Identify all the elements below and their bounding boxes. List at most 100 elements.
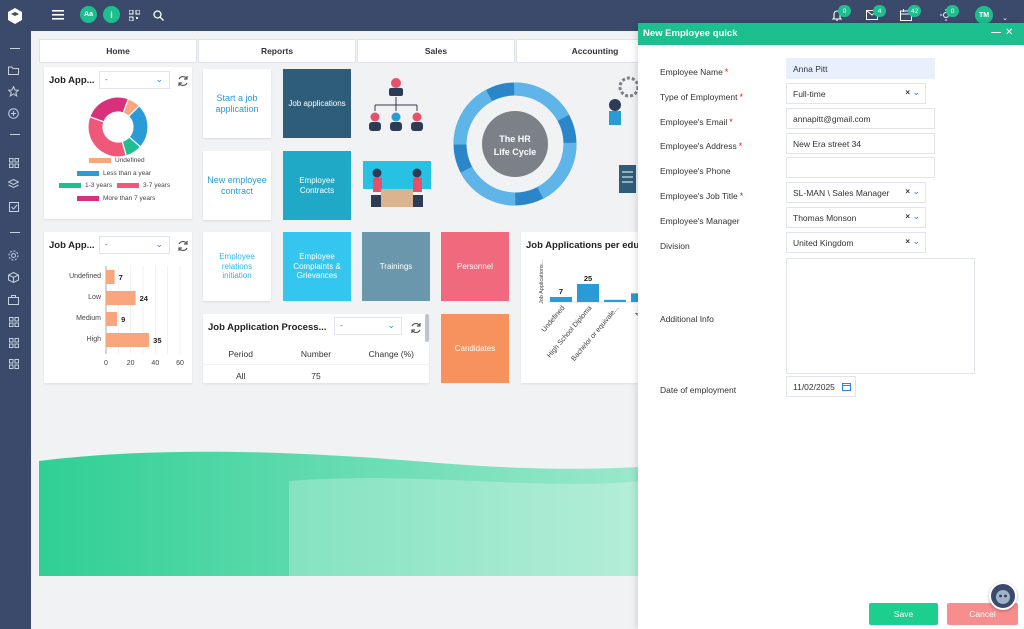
refresh-icon[interactable] xyxy=(177,75,189,87)
cube-icon[interactable] xyxy=(7,271,20,284)
label-text: Type of Employment xyxy=(660,92,738,102)
info-button[interactable]: i xyxy=(103,6,120,23)
grid-icon[interactable] xyxy=(7,156,20,169)
division-select[interactable]: United Kingdom × ⌄ xyxy=(786,232,926,253)
new-employee-contract-tile[interactable]: New employee contract xyxy=(203,151,271,220)
sidebar-divider xyxy=(10,134,20,135)
legend-label: Undefined xyxy=(115,157,145,164)
clear-icon[interactable]: × xyxy=(905,88,910,97)
bar[interactable] xyxy=(106,312,118,326)
font-size-button[interactable]: Aa xyxy=(80,6,97,23)
clear-icon[interactable]: × xyxy=(905,187,910,196)
employee-email-input[interactable]: annapitt@gmail.com xyxy=(786,108,935,129)
employee-address-label: Employee's Address * xyxy=(660,141,742,151)
additional-info-textarea[interactable] xyxy=(786,258,975,374)
employee-address-input[interactable]: New Era street 34 xyxy=(786,133,935,154)
required-marker: * xyxy=(738,141,743,151)
clear-icon[interactable]: × xyxy=(905,212,910,221)
grid-icon[interactable] xyxy=(7,357,20,370)
start-job-application-tile[interactable]: Start a job application xyxy=(203,69,271,138)
employment-date-input[interactable]: 11/02/2025 xyxy=(786,376,856,397)
widget-filter-select[interactable]: - ⌄ xyxy=(99,236,170,254)
bar[interactable] xyxy=(550,296,572,302)
job-applications-tile[interactable]: Job applications xyxy=(283,69,351,138)
personnel-tile[interactable]: Personnel xyxy=(441,232,509,301)
legend-item[interactable]: More than 7 years xyxy=(77,195,155,202)
select-value: United Kingdom xyxy=(793,238,854,248)
wave-decoration xyxy=(39,451,638,576)
manager-select[interactable]: Thomas Monson × ⌄ xyxy=(786,207,926,228)
widget-filter-select[interactable]: - ⌄ xyxy=(99,71,170,89)
app-logo-icon[interactable] xyxy=(6,7,24,25)
briefcase-icon[interactable] xyxy=(7,293,20,306)
scrollbar[interactable] xyxy=(425,314,429,342)
qr-code-icon[interactable] xyxy=(125,6,143,24)
star-icon[interactable] xyxy=(7,85,20,98)
dashboard-main: Home Reports Sales Accounting Job App...… xyxy=(31,31,638,629)
panel-title: New Employee quick xyxy=(643,28,738,39)
pie-slice[interactable] xyxy=(87,115,127,158)
gear-icon[interactable] xyxy=(7,249,20,262)
bar[interactable] xyxy=(106,291,136,305)
employee-relations-tile[interactable]: Employee relations initiation xyxy=(203,232,271,301)
tab-sales[interactable]: Sales xyxy=(357,39,515,63)
layers-icon[interactable] xyxy=(7,178,20,191)
menu-icon[interactable] xyxy=(49,6,67,24)
calendar-icon[interactable] xyxy=(842,382,851,391)
widget-filter-select[interactable]: - ⌄ xyxy=(334,317,402,335)
sidebar-divider xyxy=(10,232,20,233)
employee-name-label: Employee Name * xyxy=(660,67,728,77)
bar[interactable] xyxy=(604,299,626,302)
user-avatar[interactable]: TM xyxy=(975,6,993,24)
legend-label: Less than a year xyxy=(103,170,152,177)
add-circle-icon[interactable] xyxy=(7,107,20,120)
clear-icon[interactable]: × xyxy=(905,237,910,246)
required-marker: * xyxy=(739,191,744,201)
legend-item[interactable]: 1-3 years xyxy=(59,182,112,189)
employee-contracts-tile[interactable]: Employee Contracts xyxy=(283,151,351,220)
employee-name-input[interactable]: Anna Pitt xyxy=(786,58,935,79)
candidates-tile[interactable]: Candidates xyxy=(441,314,509,383)
close-icon[interactable]: ✕ xyxy=(1005,27,1013,38)
employee-phone-input[interactable] xyxy=(786,157,935,178)
tick-label: 60 xyxy=(176,360,184,367)
gears-illustration xyxy=(609,76,638,125)
search-icon[interactable] xyxy=(149,6,167,24)
tab-home[interactable]: Home xyxy=(39,39,197,63)
pie-slice[interactable] xyxy=(89,96,130,123)
complaints-grievances-tile[interactable]: Employee Complaints & Grievances xyxy=(283,232,351,301)
minimize-icon[interactable]: — xyxy=(991,27,1001,38)
required-marker: * xyxy=(729,117,733,127)
bar[interactable] xyxy=(631,293,638,302)
refresh-icon[interactable] xyxy=(410,322,422,334)
legend-item[interactable]: Undefined xyxy=(89,157,145,164)
bar[interactable] xyxy=(106,270,115,284)
checkbox-icon[interactable] xyxy=(7,200,20,213)
folder-icon[interactable] xyxy=(7,64,20,77)
label-text: Employee Name xyxy=(660,67,723,77)
save-button[interactable]: Save xyxy=(869,603,938,625)
legend-item[interactable]: Less than a year xyxy=(77,170,151,177)
tab-reports[interactable]: Reports xyxy=(198,39,356,63)
category-label: Medium xyxy=(76,315,101,322)
bar[interactable] xyxy=(106,333,150,347)
legend-item[interactable]: 3-7 years xyxy=(117,182,170,189)
refresh-icon[interactable] xyxy=(177,240,189,252)
grid-icon[interactable] xyxy=(7,315,20,328)
tick-label: 40 xyxy=(151,360,159,367)
chat-assistant-button[interactable] xyxy=(989,582,1017,610)
grid-icon[interactable] xyxy=(7,336,20,349)
employment-date-label: Date of employment xyxy=(660,385,737,395)
trainings-tile[interactable]: Trainings xyxy=(362,232,430,301)
widget-title: Job App... xyxy=(49,75,95,86)
tab-accounting[interactable]: Accounting xyxy=(516,39,638,63)
select-value: Full-time xyxy=(793,89,826,99)
employment-type-select[interactable]: Full-time × ⌄ xyxy=(786,83,926,104)
sidebar-divider xyxy=(10,48,20,49)
chevron-down-icon: ⌄ xyxy=(155,74,163,84)
legend-swatch xyxy=(77,196,99,201)
job-title-select[interactable]: SL-MAN \ Sales Manager × ⌄ xyxy=(786,182,926,203)
required-marker: * xyxy=(739,92,743,102)
bar[interactable] xyxy=(577,284,599,302)
education-chart-card: Job Applications per educ... Job Applica… xyxy=(521,232,638,383)
